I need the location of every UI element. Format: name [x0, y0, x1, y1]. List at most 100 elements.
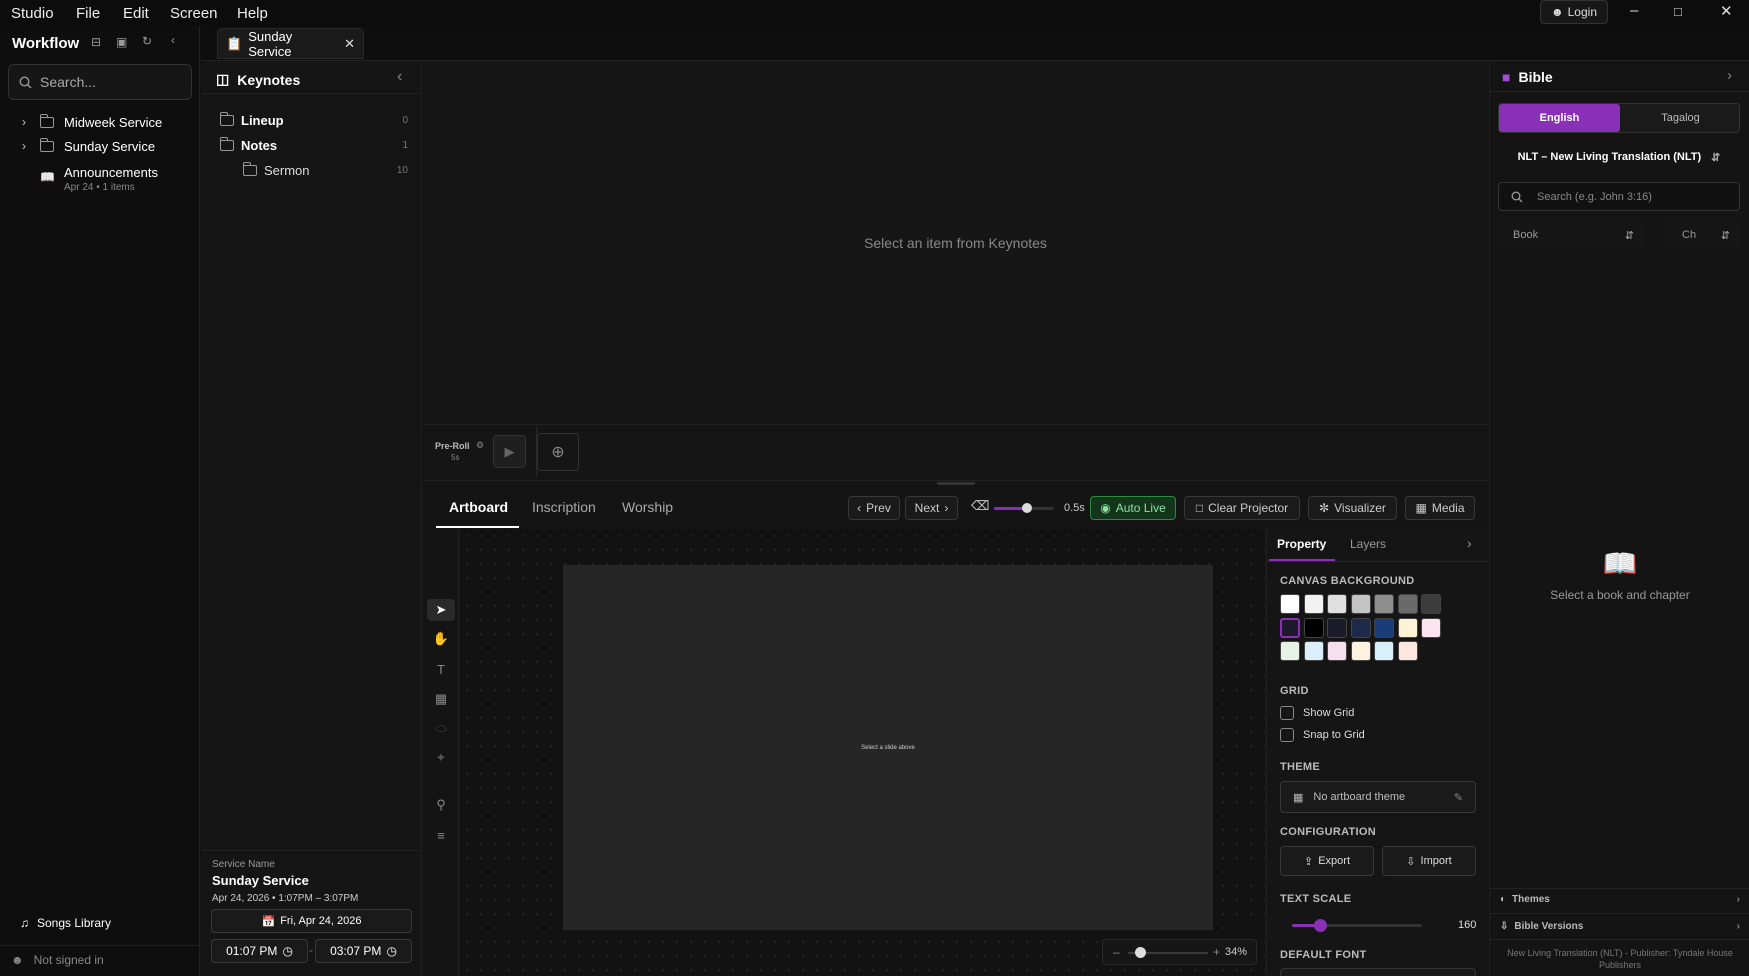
color-swatch[interactable] [1421, 617, 1441, 638]
import-button[interactable]: ⇩ Import [1382, 846, 1476, 876]
transition-slider[interactable] [994, 503, 1054, 513]
color-swatch[interactable] [1327, 641, 1347, 661]
color-swatch[interactable] [1280, 641, 1300, 661]
color-swatch[interactable] [1397, 594, 1418, 614]
color-swatch[interactable] [1327, 617, 1347, 638]
prev-button[interactable]: ‹ Prev [848, 496, 900, 520]
service-name[interactable]: Sunday Service [212, 873, 309, 888]
color-swatch[interactable] [1280, 594, 1300, 614]
login-button[interactable]: ☻ Login [1540, 0, 1608, 24]
close-window-icon[interactable]: ✕ [1720, 2, 1733, 20]
eraser-icon[interactable]: ⌫ [971, 498, 989, 514]
service-date-button[interactable]: 📅 Fri, Apr 24, 2026 [211, 909, 412, 933]
text-tool-icon[interactable]: T [427, 658, 455, 680]
media-button[interactable]: ▦ Media [1405, 496, 1475, 520]
refresh-icon[interactable]: ↻ [142, 34, 152, 48]
menu-studio[interactable]: Studio [11, 5, 54, 22]
show-grid-checkbox[interactable]: Show Grid [1280, 706, 1354, 720]
color-swatch[interactable] [1327, 594, 1347, 614]
chevron-right-icon[interactable]: › [1467, 535, 1472, 551]
align-tool-icon[interactable]: ≡ [427, 824, 455, 846]
transition-slider-knob[interactable] [1022, 503, 1032, 513]
tab-property[interactable]: Property [1277, 537, 1326, 551]
signin-status[interactable]: ☻ Not signed in [11, 953, 104, 967]
select-tool-icon[interactable]: ➤ [427, 599, 455, 621]
sidebar-search[interactable]: Search... [8, 64, 192, 100]
checkbox-box[interactable] [1280, 728, 1294, 742]
book-select[interactable]: Book ⇵ [1498, 221, 1644, 249]
color-swatch[interactable] [1280, 617, 1300, 638]
artboard-canvas[interactable]: Select a slide above [563, 565, 1213, 930]
tab-artboard[interactable]: Artboard [449, 499, 508, 515]
keynote-row-lineup[interactable]: Lineup 0 [201, 109, 422, 131]
pencil-icon[interactable]: ✎ [1454, 791, 1463, 804]
color-swatch[interactable] [1303, 641, 1324, 661]
menu-help[interactable]: Help [237, 5, 268, 22]
start-time-input[interactable]: 01:07 PM ◷ [211, 939, 308, 963]
menu-screen[interactable]: Screen [170, 5, 218, 22]
color-swatch[interactable] [1303, 617, 1324, 638]
next-button[interactable]: Next › [905, 496, 958, 520]
tab-worship[interactable]: Worship [622, 499, 673, 515]
tab-layers[interactable]: Layers [1350, 537, 1386, 551]
end-time-input[interactable]: 03:07 PM ◷ [315, 939, 412, 963]
themes-section[interactable]: ◐ Themes › [1500, 894, 1740, 905]
color-swatch[interactable] [1397, 617, 1418, 638]
lang-english[interactable]: English [1499, 104, 1620, 132]
menu-edit[interactable]: Edit [123, 5, 149, 22]
text-scale-knob[interactable] [1314, 919, 1328, 932]
minimize-icon[interactable]: – [1630, 2, 1638, 19]
bible-versions-section[interactable]: ⇩ Bible Versions › [1500, 921, 1740, 932]
collapse-panel-icon[interactable]: ‹ [397, 68, 402, 86]
color-swatch[interactable] [1303, 594, 1324, 614]
pan-tool-icon[interactable]: ✋ [427, 628, 455, 650]
export-button[interactable]: ⇪ Export [1280, 846, 1374, 876]
maximize-icon[interactable]: □ [1674, 4, 1682, 19]
add-preroll-button[interactable]: ⊕ [537, 433, 579, 471]
sidebar-item-sunday-service[interactable]: › Sunday Service [0, 135, 200, 157]
close-tab-icon[interactable]: ✕ [344, 36, 355, 52]
zoom-out-icon[interactable]: – [1113, 945, 1120, 959]
default-font-select[interactable] [1280, 968, 1476, 976]
menu-file[interactable]: File [76, 5, 100, 22]
visualizer-button[interactable]: ✼ Visualizer [1308, 496, 1397, 520]
chevron-right-icon[interactable]: › [16, 115, 32, 129]
clear-projector-button[interactable]: □ Clear Projector [1184, 496, 1300, 520]
color-swatch[interactable] [1397, 641, 1418, 661]
zoom-slider[interactable] [1128, 947, 1208, 958]
checkbox-box[interactable] [1280, 706, 1294, 720]
keynote-row-notes[interactable]: Notes 1 [201, 134, 422, 156]
shape-tool-icon[interactable]: ⬭ [427, 718, 455, 740]
color-swatch[interactable] [1374, 617, 1394, 638]
zoom-slider-knob[interactable] [1134, 947, 1146, 958]
zoom-in-icon[interactable]: + [1213, 945, 1220, 959]
collapse-all-icon[interactable]: ⊟ [91, 35, 101, 49]
color-swatch[interactable] [1374, 641, 1394, 661]
snap-to-grid-checkbox[interactable]: Snap to Grid [1280, 728, 1365, 742]
auto-live-button[interactable]: ◉ Auto Live [1090, 496, 1176, 520]
color-swatch[interactable] [1350, 617, 1371, 638]
archive-icon[interactable]: ▣ [116, 35, 127, 49]
tab-sunday-service[interactable]: 📋 Sunday Service ✕ [217, 28, 364, 59]
bible-search-input[interactable]: Search (e.g. John 3:16) [1498, 182, 1740, 211]
color-swatch[interactable] [1421, 594, 1441, 614]
color-swatch[interactable] [1374, 594, 1394, 614]
color-swatch[interactable] [1350, 594, 1371, 614]
settings-icon[interactable]: ⚙ [476, 440, 484, 451]
artboard-theme-select[interactable]: ▦ No artboard theme ✎ [1280, 781, 1476, 813]
zoom-tool-icon[interactable]: ⚲ [427, 794, 455, 816]
keynote-row-sermon[interactable]: Sermon 10 [201, 159, 422, 181]
chevron-left-icon[interactable]: ‹ [171, 33, 175, 47]
chevron-right-icon[interactable]: › [16, 139, 32, 153]
magic-tool-icon[interactable]: ✦ [427, 747, 455, 769]
chapter-select[interactable]: Ch ⇵ [1664, 221, 1740, 249]
text-scale-slider[interactable] [1292, 919, 1422, 932]
image-tool-icon[interactable]: ▦ [427, 688, 455, 710]
songs-library-link[interactable]: ♫ Songs Library [20, 916, 111, 930]
bible-version-select[interactable]: NLT – New Living Translation (NLT) ⇵ [1498, 142, 1740, 172]
lang-tagalog[interactable]: Tagalog [1620, 104, 1741, 132]
tab-inscription[interactable]: Inscription [532, 499, 596, 515]
play-preroll-button[interactable]: ▶ [493, 435, 526, 468]
sidebar-item-midweek-service[interactable]: › Midweek Service [0, 111, 200, 133]
color-swatch[interactable] [1350, 641, 1371, 661]
